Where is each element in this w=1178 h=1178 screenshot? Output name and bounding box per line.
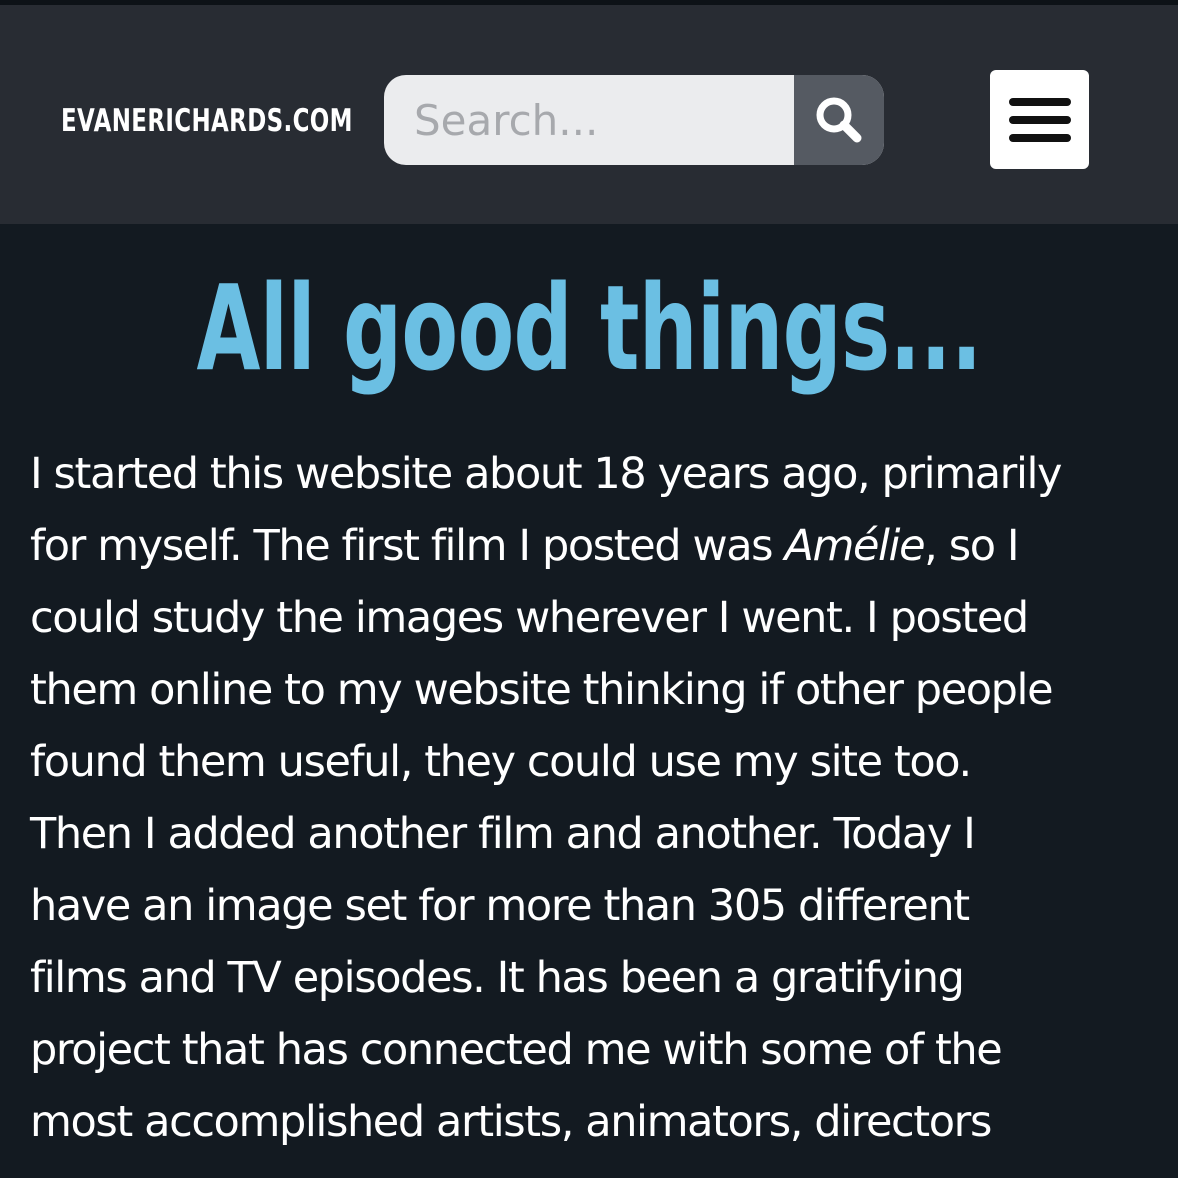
search-button[interactable] xyxy=(794,75,884,165)
body-text: for myself. The first film I posted was xyxy=(30,521,785,571)
search-box xyxy=(384,75,884,165)
body-text: , so I xyxy=(924,521,1019,571)
body-line: found them useful, they could use my sit… xyxy=(30,737,972,787)
hamburger-menu-icon xyxy=(1008,97,1071,142)
body-line: have an image set for more than 305 diff… xyxy=(30,881,970,931)
menu-button[interactable] xyxy=(990,70,1089,169)
body-line: Then I added another film and another. T… xyxy=(30,809,976,859)
search-icon xyxy=(816,97,862,143)
site-header: EVANERICHARDS.COM xyxy=(0,5,1178,224)
body-line: most accomplished artists, animators, di… xyxy=(30,1097,992,1147)
site-logo[interactable]: EVANERICHARDS.COM xyxy=(61,101,353,141)
page: EVANERICHARDS.COM All good things... I s… xyxy=(0,0,1178,1178)
body-line: could study the images wherever I went. … xyxy=(30,593,1029,643)
body-line: for myself. The first film I posted was … xyxy=(30,510,1150,582)
body-line: project that has connected me with some … xyxy=(30,1025,1003,1075)
article-title: All good things... xyxy=(196,259,982,397)
body-line: them online to my website thinking if ot… xyxy=(30,665,1054,715)
search-input[interactable] xyxy=(384,75,794,165)
film-title-amelie: Amélie xyxy=(784,521,925,571)
article-body: I started this website about 18 years ag… xyxy=(30,438,1150,1158)
body-line: films and TV episodes. It has been a gra… xyxy=(30,953,965,1003)
body-line: I started this website about 18 years ag… xyxy=(30,449,1062,499)
